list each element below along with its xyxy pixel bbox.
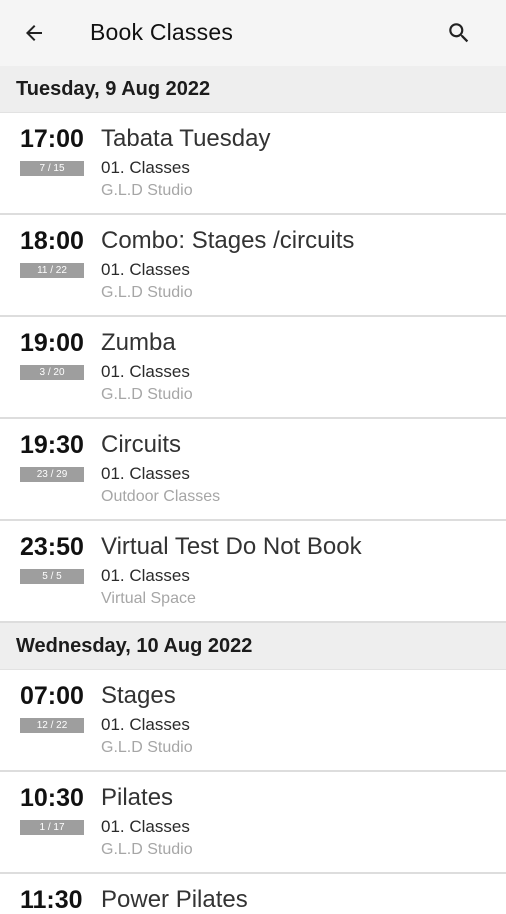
- spots-badge: 12 / 22: [20, 718, 84, 733]
- class-category: 01. Classes: [101, 158, 190, 177]
- class-name: Virtual Test Do Not Book: [101, 533, 362, 560]
- class-location: G.L.D Studio: [101, 182, 193, 199]
- class-category: 01. Classes: [101, 715, 190, 734]
- class-location: G.L.D Studio: [101, 739, 193, 756]
- class-name: Power Pilates: [101, 886, 248, 913]
- class-location: G.L.D Studio: [101, 386, 193, 403]
- class-category: 01. Classes: [101, 566, 190, 585]
- date-header: Wednesday, 10 Aug 2022: [0, 623, 506, 670]
- class-location: G.L.D Studio: [101, 841, 193, 858]
- class-time: 23:50: [20, 533, 84, 561]
- class-row[interactable]: 17:00 7 / 15 Tabata Tuesday 01. Classes …: [0, 113, 506, 215]
- class-time: 11:30: [20, 886, 83, 914]
- class-name: Circuits: [101, 431, 182, 458]
- spots-badge: 11 / 22: [20, 263, 84, 278]
- spots-badge: 5 / 5: [20, 569, 84, 584]
- class-name: Zumba: [101, 329, 176, 356]
- class-row[interactable]: 18:00 11 / 22 Combo: Stages /circuits 01…: [0, 215, 506, 317]
- class-category: 01. Classes: [101, 464, 190, 483]
- class-time: 18:00: [20, 227, 84, 255]
- date-header: Tuesday, 9 Aug 2022: [0, 66, 506, 113]
- arrow-left-icon: [26, 25, 42, 41]
- spots-badge: 23 / 29: [20, 467, 84, 482]
- class-name: Pilates: [101, 784, 174, 811]
- class-row[interactable]: 19:00 3 / 20 Zumba 01. Classes G.L.D Stu…: [0, 317, 506, 419]
- class-row[interactable]: 10:30 1 / 17 Pilates 01. Classes G.L.D S…: [0, 772, 506, 874]
- class-name: Tabata Tuesday: [101, 125, 271, 152]
- class-row[interactable]: 07:00 12 / 22 Stages 01. Classes G.L.D S…: [0, 670, 506, 772]
- class-category: 01. Classes: [101, 817, 190, 836]
- class-time: 17:00: [20, 125, 84, 153]
- page-title: Book Classes: [90, 19, 234, 45]
- back-button[interactable]: [18, 17, 50, 49]
- spots-badge: 7 / 15: [20, 161, 84, 176]
- class-time: 10:30: [20, 784, 84, 812]
- search-button[interactable]: [444, 18, 474, 48]
- class-list: Tuesday, 9 Aug 2022 17:00 7 / 15 Tabata …: [0, 66, 506, 914]
- class-time: 19:00: [20, 329, 84, 357]
- spots-badge: 1 / 17: [20, 820, 84, 835]
- app-bar: Book Classes: [0, 0, 506, 66]
- search-icon: [449, 23, 469, 43]
- class-location: G.L.D Studio: [101, 284, 193, 301]
- class-row[interactable]: 19:30 23 / 29 Circuits 01. Classes Outdo…: [0, 419, 506, 521]
- class-name: Combo: Stages /circuits: [101, 227, 355, 254]
- class-row[interactable]: 11:30 Power Pilates: [0, 874, 506, 914]
- class-row[interactable]: 23:50 5 / 5 Virtual Test Do Not Book 01.…: [0, 521, 506, 623]
- class-category: 01. Classes: [101, 362, 190, 381]
- class-name: Stages: [101, 682, 176, 709]
- class-location: Outdoor Classes: [101, 488, 221, 505]
- class-category: 01. Classes: [101, 260, 190, 279]
- class-time: 07:00: [20, 682, 84, 710]
- class-location: Virtual Space: [101, 590, 196, 607]
- spots-badge: 3 / 20: [20, 365, 84, 380]
- class-time: 19:30: [20, 431, 84, 459]
